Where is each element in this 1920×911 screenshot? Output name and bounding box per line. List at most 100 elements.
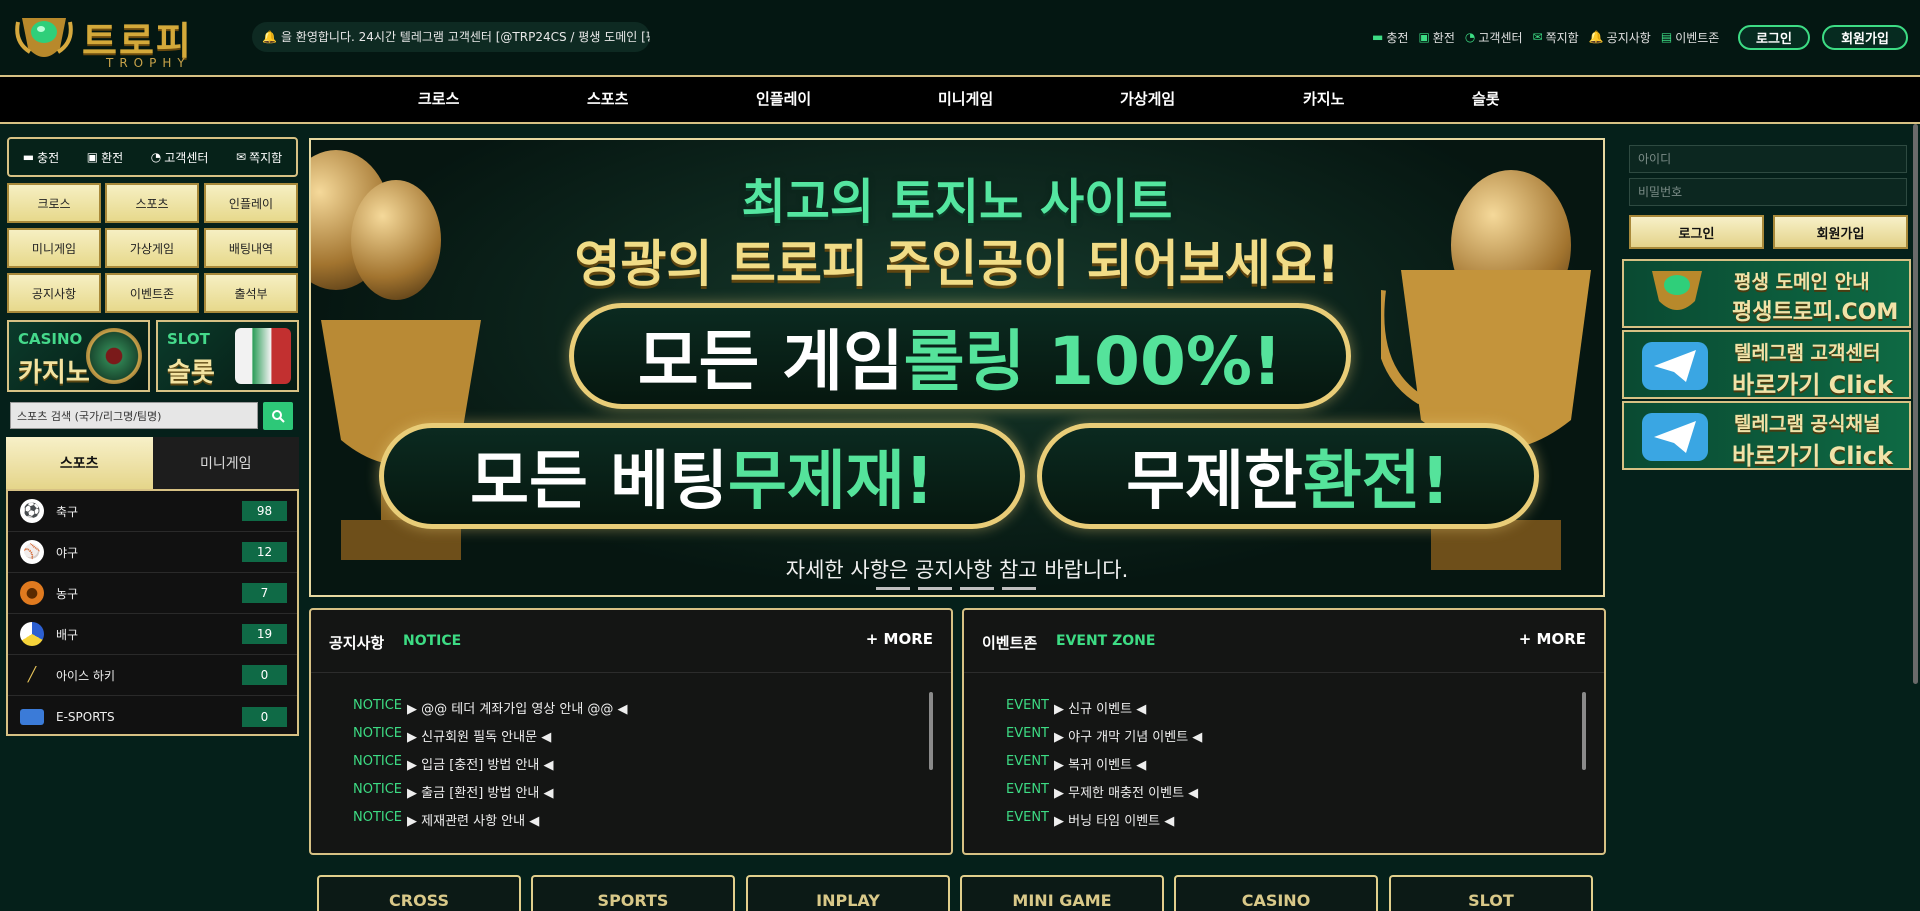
pagination-dot[interactable] [876, 587, 910, 590]
sport-name: 배구 [56, 627, 79, 642]
banner-line-1: 평생 도메인 안내 [1734, 271, 1870, 293]
menu-virtual[interactable]: 가상게임 [105, 228, 199, 268]
volleyball-icon [20, 622, 44, 646]
sport-row-basketball[interactable]: ● 농구 7 [8, 573, 297, 614]
pagination-dot[interactable] [960, 587, 994, 590]
header-signup-button[interactable]: 회원가입 [1822, 25, 1908, 50]
quick-exchange[interactable]: ▣ 환전 [87, 149, 123, 166]
banner-line-2: 바로가기 Click [1732, 371, 1893, 399]
tile-minigame[interactable]: MINI GAME [960, 875, 1164, 911]
notice-board: 공지사항 NOTICE + MORE NOTICE ▶ @@ 테더 계좌가입 영상… [309, 608, 953, 855]
top-link-exchange[interactable]: ▣ 환전 [1418, 28, 1454, 46]
nav-casino[interactable]: 카지노 [1303, 77, 1344, 122]
user-id-input[interactable]: 아이디 [1629, 145, 1907, 173]
notice-item[interactable]: NOTICE ▶ 신규회원 필독 안내문 ◀ [353, 726, 628, 754]
pill-text-white: 무제한 [1126, 445, 1303, 519]
event-scrollbar[interactable] [1582, 692, 1586, 770]
telegram-support-banner[interactable]: 텔레그램 고객센터 바로가기 Click [1622, 330, 1911, 399]
sport-row-soccer[interactable]: ⚽ 축구 98 [8, 491, 297, 532]
menu-attendance[interactable]: 출석부 [204, 273, 298, 313]
banner-pill-exchange: 무제한 환전! [1037, 423, 1539, 529]
quick-label: 고객센터 [164, 150, 209, 165]
event-item[interactable]: EVENT ▶ 신규 이벤트 ◀ [1006, 698, 1202, 726]
event-text: ▶ 야구 개막 기념 이벤트 ◀ [1054, 730, 1203, 745]
banner-pill-rolling: 모든 게임 롤링 100%! [569, 303, 1351, 409]
slot-promo-card[interactable]: SLOT 슬롯 [156, 320, 299, 392]
domain-info-banner[interactable]: 평생 도메인 안내 평생트로피.COM [1622, 259, 1911, 328]
tile-cross[interactable]: CROSS [317, 875, 521, 911]
menu-cross[interactable]: 크로스 [7, 183, 101, 223]
side-signup-button[interactable]: 회원가입 [1773, 215, 1908, 249]
tile-sports[interactable]: SPORTS [531, 875, 735, 911]
sport-row-volleyball[interactable]: 배구 19 [8, 614, 297, 655]
menu-bet-history[interactable]: 배팅내역 [204, 228, 298, 268]
pagination-dot[interactable] [918, 587, 952, 590]
event-item[interactable]: EVENT ▶ 버닝 타임 이벤트 ◀ [1006, 810, 1202, 838]
event-more-link[interactable]: + MORE [1519, 630, 1586, 648]
nav-slot[interactable]: 슬롯 [1472, 77, 1500, 122]
promo-slot-ko: 슬롯 [167, 358, 215, 388]
telegram-channel-banner[interactable]: 텔레그램 공식채널 바로가기 Click [1622, 401, 1911, 470]
menu-minigame[interactable]: 미니게임 [7, 228, 101, 268]
menu-sports[interactable]: 스포츠 [105, 183, 199, 223]
header-login-button[interactable]: 로그인 [1738, 25, 1810, 50]
bell-icon: 🔔 [1588, 30, 1604, 44]
menu-inplay[interactable]: 인플레이 [204, 183, 298, 223]
notice-item[interactable]: NOTICE ▶ 출금 [환전] 방법 안내 ◀ [353, 782, 628, 810]
pill-text-green: 롤링 100%! [903, 323, 1283, 400]
sport-row-icehockey[interactable]: ╱ 아이스 하키 0 [8, 655, 297, 696]
quick-messages[interactable]: ✉ 쪽지함 [236, 149, 282, 166]
sport-row-baseball[interactable]: ⚾ 야구 12 [8, 532, 297, 573]
tile-slot[interactable]: SLOT [1389, 875, 1593, 911]
notice-subtitle: NOTICE [403, 633, 462, 649]
event-title: 이벤트존 [982, 634, 1038, 652]
sport-count: 7 [242, 583, 287, 603]
event-item[interactable]: EVENT ▶ 무제한 매충전 이벤트 ◀ [1006, 782, 1202, 810]
nav-minigame[interactable]: 미니게임 [938, 77, 993, 122]
tile-inplay[interactable]: INPLAY [746, 875, 950, 911]
tab-minigame[interactable]: 미니게임 [152, 437, 299, 489]
notice-item[interactable]: NOTICE ▶ 제재관련 사항 안내 ◀ [353, 810, 628, 838]
sport-name: 축구 [56, 504, 79, 519]
gold-trophy-image [1381, 270, 1591, 570]
tile-casino[interactable]: CASINO [1174, 875, 1378, 911]
sport-name: 농구 [56, 586, 79, 601]
site-logo[interactable]: 트로피 TROPHY [14, 8, 194, 70]
notice-item[interactable]: NOTICE ▶ 입금 [충전] 방법 안내 ◀ [353, 754, 628, 782]
sport-search-input[interactable]: 스포츠 검색 (국가/리그명/팀명) [10, 402, 258, 429]
event-item[interactable]: EVENT ▶ 야구 개막 기념 이벤트 ◀ [1006, 726, 1202, 754]
pagination-dot[interactable] [1002, 587, 1036, 590]
notice-title: 공지사항 [329, 634, 385, 652]
top-link-messages[interactable]: ✉ 쪽지함 [1533, 28, 1579, 46]
page-scrollbar[interactable] [1913, 124, 1918, 684]
top-link-charge[interactable]: ▬ 충전 [1372, 28, 1408, 46]
banner-headline-2: 영광의 트로피 주인공이 되어보세요! [574, 235, 1340, 293]
notice-item[interactable]: NOTICE ▶ @@ 테더 계좌가입 영상 안내 @@ ◀ [353, 698, 628, 726]
top-link-notice[interactable]: 🔔 공지사항 [1589, 28, 1651, 46]
hero-banner[interactable]: 최고의 토지노 사이트 영광의 트로피 주인공이 되어보세요! 모든 게임 롤링… [309, 138, 1605, 597]
nav-inplay[interactable]: 인플레이 [756, 77, 811, 122]
notice-more-link[interactable]: + MORE [866, 630, 933, 648]
quick-charge[interactable]: ▬ 충전 [23, 149, 59, 166]
event-item[interactable]: EVENT ▶ 복귀 이벤트 ◀ [1006, 754, 1202, 782]
hockey-stick-icon: ╱ [27, 667, 37, 683]
top-link-support[interactable]: ◔ 고객센터 [1465, 28, 1523, 46]
side-login-button[interactable]: 로그인 [1629, 215, 1764, 249]
sport-row-esports[interactable]: E-SPORTS 0 [8, 696, 297, 737]
promo-casino-ko: 카지노 [18, 358, 90, 388]
password-input[interactable]: 비밀번호 [1629, 178, 1907, 206]
menu-notice[interactable]: 공지사항 [7, 273, 101, 313]
search-icon [272, 410, 285, 423]
nav-cross[interactable]: 크로스 [418, 77, 459, 122]
casino-promo-card[interactable]: CASINO 카지노 [7, 320, 150, 392]
event-subtitle: EVENT ZONE [1056, 633, 1156, 649]
sport-search-button[interactable] [263, 402, 293, 430]
notice-tag: NOTICE [353, 698, 403, 713]
nav-virtual[interactable]: 가상게임 [1120, 77, 1175, 122]
menu-event[interactable]: 이벤트존 [105, 273, 199, 313]
quick-support[interactable]: ◔ 고객센터 [151, 149, 209, 166]
nav-sports[interactable]: 스포츠 [587, 77, 628, 122]
notice-scrollbar[interactable] [929, 692, 933, 770]
tab-sports[interactable]: 스포츠 [6, 437, 153, 489]
top-link-event[interactable]: ▤ 이벤트존 [1661, 28, 1720, 46]
